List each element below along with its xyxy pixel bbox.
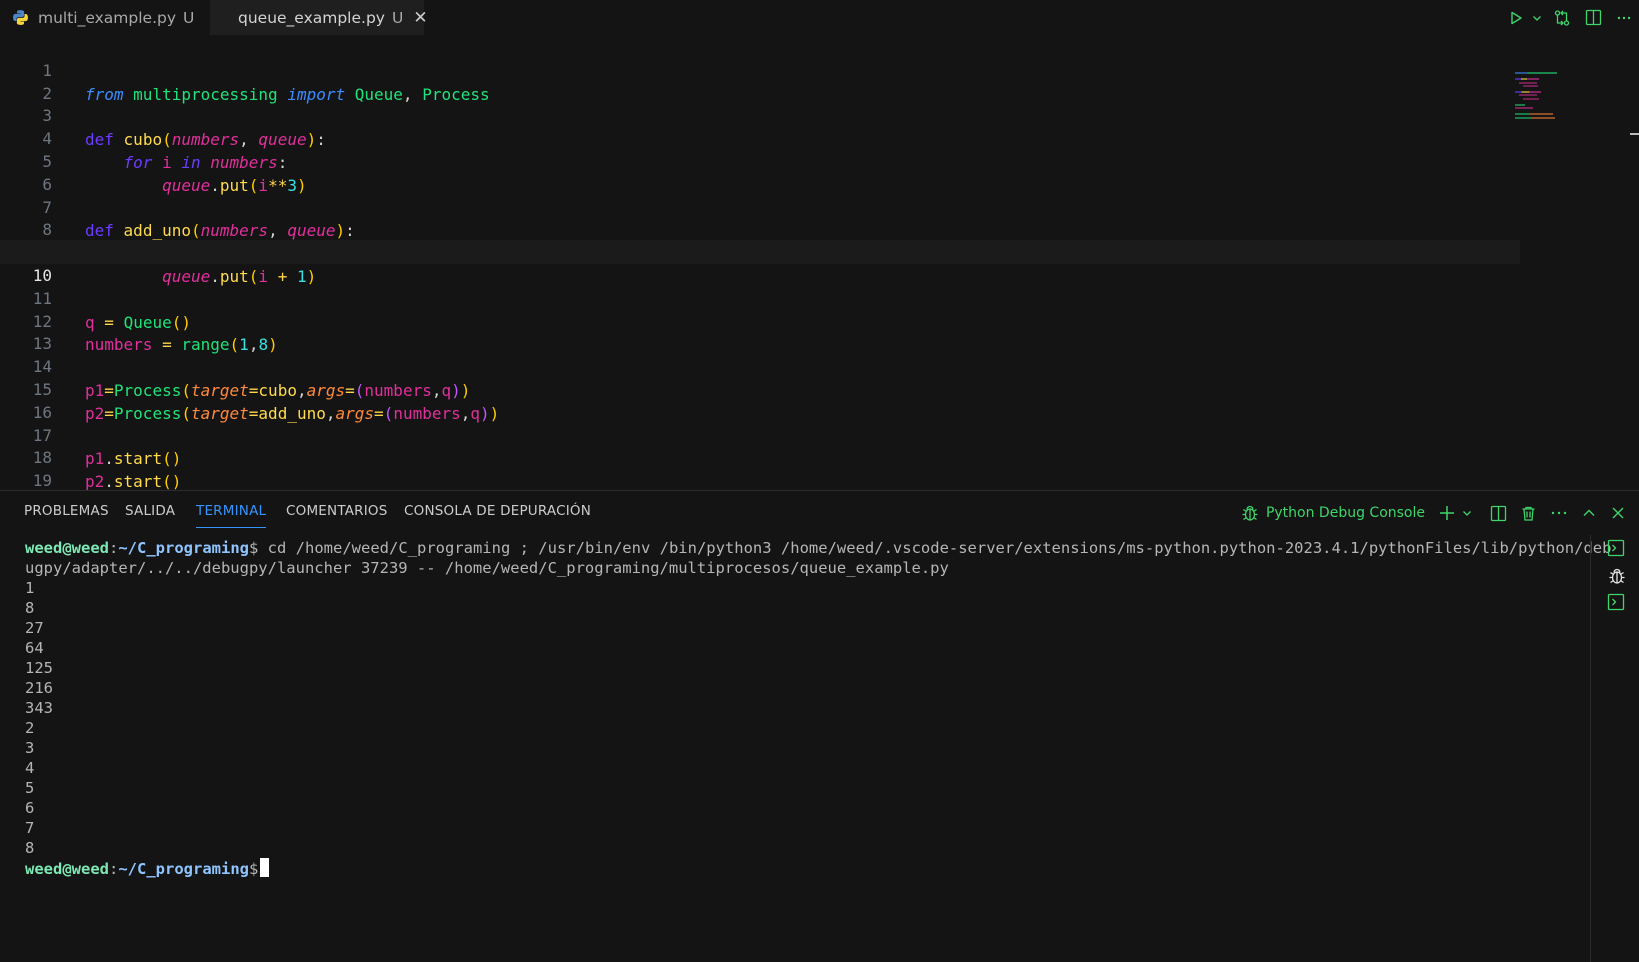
close-icon[interactable]: [1610, 505, 1626, 521]
terminal-command-continuation: ugpy/adapter/../../debugpy/launcher 3723…: [25, 559, 949, 577]
scrollbar-marker[interactable]: [1630, 133, 1639, 135]
code-line[interactable]: 1 from multiprocessing import Queue, Pro…: [0, 35, 1520, 104]
terminal-output-line: 8: [25, 839, 35, 857]
terminal-prompt-line[interactable]: weed@weed:~/C_programing$: [25, 858, 270, 879]
prompt-separator: :: [109, 539, 119, 557]
code-line[interactable]: 2: [0, 58, 1520, 103]
terminal-output[interactable]: weed@weed:~/C_programing$ cd /home/weed/…: [0, 535, 1611, 962]
tab-queue-example[interactable]: queue_example.py U ✕: [210, 0, 428, 35]
terminal-output-line: 5: [25, 779, 35, 797]
panel-actions: Python Debug Console: [1240, 491, 1639, 535]
tab-salida[interactable]: SALIDA: [125, 503, 175, 527]
bottom-panel: PROBLEMAS SALIDA TERMINAL COMENTARIOS CO…: [0, 490, 1639, 962]
prompt-separator: :: [109, 860, 119, 878]
prompt-end: $: [249, 860, 259, 878]
terminal-tab-icon[interactable]: [1607, 539, 1625, 561]
run-icon[interactable]: [1505, 6, 1527, 30]
code-line[interactable]: 6: [0, 149, 1520, 194]
prompt-end: $: [249, 539, 259, 557]
python-file-icon: [13, 10, 28, 25]
terminal-output-line: 64: [25, 639, 44, 657]
terminal-name: Python Debug Console: [1265, 505, 1425, 521]
code-line[interactable]: 11 q = Queue(): [0, 263, 1520, 332]
terminal-output-line: 4: [25, 759, 35, 777]
minimap[interactable]: [1515, 72, 1585, 122]
tab-consola-depuracion[interactable]: CONSOLA DE DEPURACIÓN: [404, 503, 591, 527]
code-line[interactable]: 13: [0, 309, 1520, 353]
tab-terminal[interactable]: TERMINAL: [196, 503, 267, 528]
code-line[interactable]: 18 p2.start(): [0, 423, 1520, 490]
code-line[interactable]: 16: [0, 377, 1520, 422]
terminal-tab-icon[interactable]: [1607, 593, 1625, 615]
text-cursor: [260, 858, 270, 877]
code-line[interactable]: 4 for i in numbers:: [0, 103, 1520, 172]
trash-icon[interactable]: [1520, 505, 1537, 522]
tab-label: multi_example.py: [38, 8, 177, 27]
terminal-output-line: 8: [25, 599, 35, 617]
plus-icon[interactable]: [1438, 504, 1456, 522]
code-editor[interactable]: 1 from multiprocessing import Queue, Pro…: [0, 35, 1639, 490]
debug-terminal-icon[interactable]: [1607, 566, 1627, 590]
code-line[interactable]: 9 queue.put(i + 1): [0, 217, 1520, 286]
terminal-output-line: 125: [25, 659, 53, 677]
terminal-output-line: 343: [25, 699, 53, 717]
split-terminal-icon[interactable]: [1490, 505, 1507, 522]
prompt-user: weed@weed: [25, 860, 109, 878]
editor-actions: [1505, 0, 1639, 35]
terminal-output-line: 216: [25, 679, 53, 697]
terminal-output-line: 7: [25, 819, 35, 837]
bug-icon: [1242, 505, 1258, 521]
code-line[interactable]: 3 def cubo(numbers, queue):: [0, 81, 1520, 149]
tab-multi-example[interactable]: multi_example.py U: [0, 0, 210, 35]
chevron-down-icon[interactable]: [1527, 6, 1547, 30]
tab-problemas[interactable]: PROBLEMAS: [24, 503, 109, 527]
terminal-command-line: weed@weed:~/C_programing$ cd /home/weed/…: [25, 538, 1611, 558]
split-editor-icon[interactable]: [1577, 6, 1609, 30]
code-text: p2.start(): [85, 472, 182, 490]
code-line[interactable]: 12 numbers = range(1,8): [0, 286, 1520, 355]
tab-status-untracked: U: [183, 8, 195, 27]
editor-tab-bar: multi_example.py U queue_example.py U ✕: [0, 0, 1639, 35]
terminal-output-line: 3: [25, 739, 35, 757]
tab-label: queue_example.py: [238, 8, 385, 27]
code-line[interactable]: 5 queue.put(i**3): [0, 126, 1520, 195]
tab-status-untracked: U: [391, 8, 404, 27]
close-tab-icon[interactable]: ✕: [413, 8, 427, 28]
code-line-current[interactable]: 10: [0, 240, 1520, 285]
terminal-output-line: 27: [25, 619, 44, 637]
terminal-tabs-list: [1590, 535, 1639, 962]
line-number: 19: [32, 471, 52, 490]
terminal-output-line: 6: [25, 799, 35, 817]
code-line[interactable]: 15 p2=Process(target=add_uno,args=(numbe…: [0, 354, 1520, 423]
tab-comentarios[interactable]: COMENTARIOS: [286, 503, 388, 527]
code-line[interactable]: 19: [0, 445, 1520, 490]
more-actions-icon[interactable]: [1550, 505, 1568, 521]
terminal-selector[interactable]: Python Debug Console: [1240, 503, 1425, 523]
code-line[interactable]: 14 p1=Process(target=cubo,args=(numbers,…: [0, 331, 1520, 400]
compare-changes-icon[interactable]: [1547, 6, 1577, 30]
prompt-path: ~/C_programing: [118, 539, 249, 557]
more-actions-icon[interactable]: [1609, 6, 1639, 30]
prompt-path: ~/C_programing: [118, 860, 249, 878]
code-line[interactable]: 8 for i in numbers:: [0, 195, 1520, 263]
chevron-up-icon[interactable]: [1581, 505, 1597, 521]
terminal-output-line: 2: [25, 719, 35, 737]
chevron-down-icon[interactable]: [1461, 507, 1473, 519]
prompt-user: weed@weed: [25, 539, 109, 557]
terminal-output-line: 1: [25, 579, 35, 597]
command-text: cd /home/weed/C_programing ; /usr/bin/en…: [258, 539, 1612, 557]
code-line[interactable]: 7 def add_uno(numbers, queue):: [0, 172, 1520, 241]
code-line[interactable]: 17 p1.start(): [0, 400, 1520, 469]
